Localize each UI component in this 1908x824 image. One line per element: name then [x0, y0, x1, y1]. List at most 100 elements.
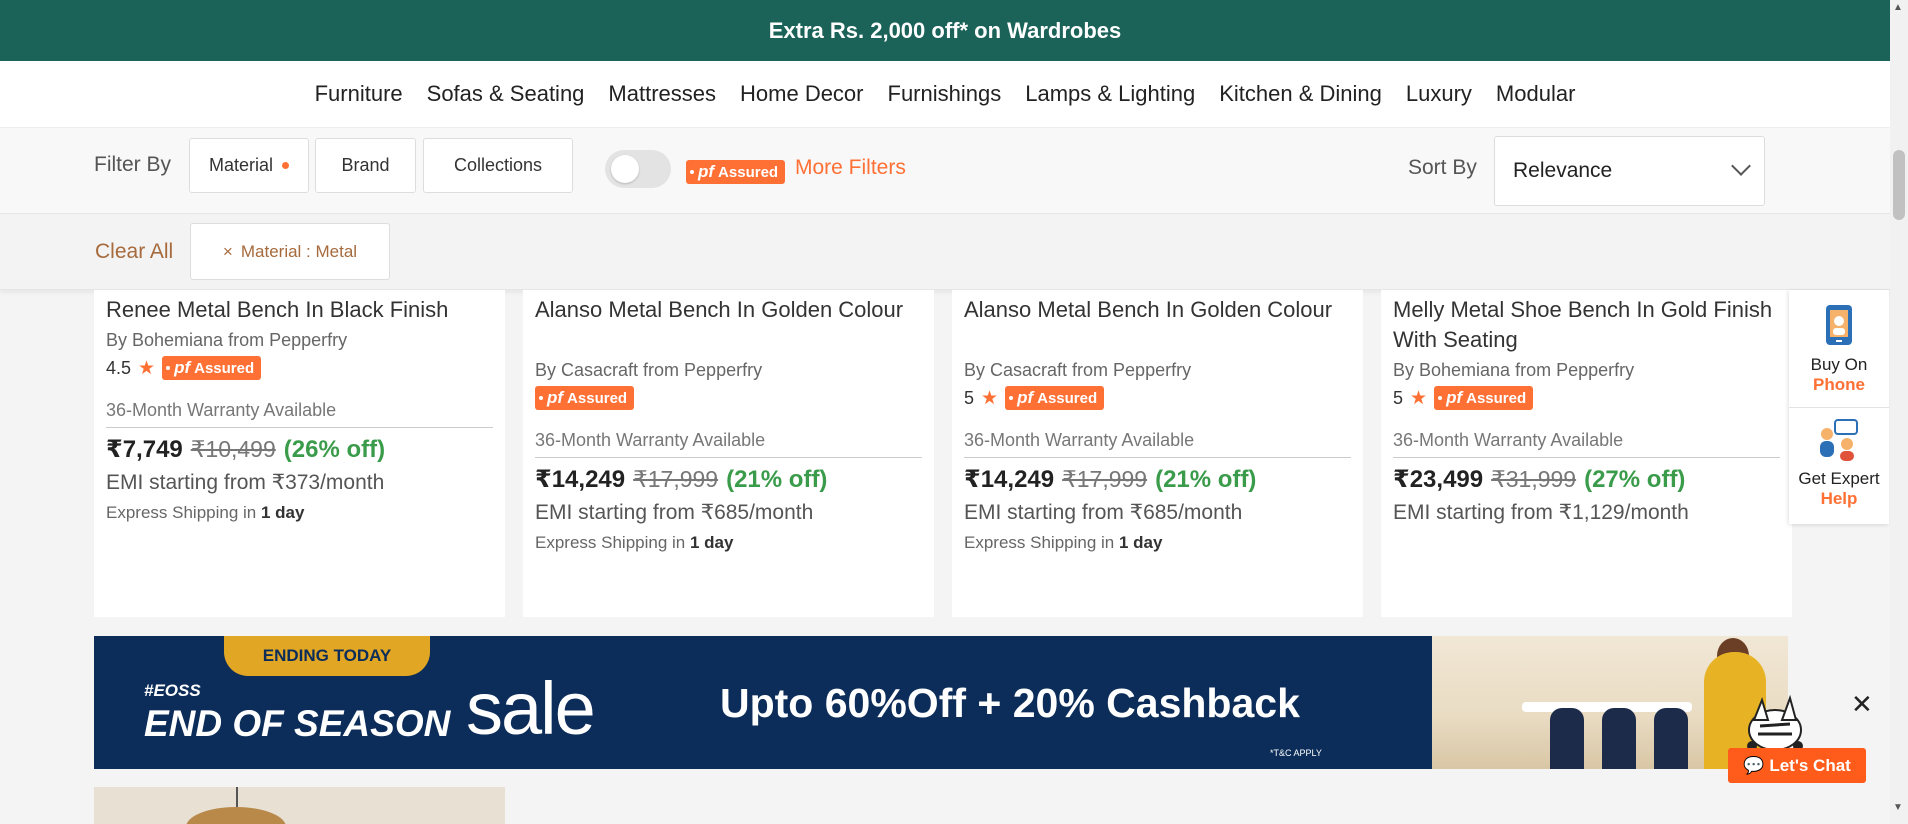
- shipping-text: Express Shipping in 1 day: [535, 533, 734, 552]
- nav-item-lamps-lighting[interactable]: Lamps & Lighting: [1013, 81, 1207, 107]
- help-label: Help: [1820, 489, 1858, 508]
- nav-item-furnishings[interactable]: Furnishings: [876, 81, 1014, 107]
- close-icon[interactable]: ×: [223, 242, 233, 262]
- product-card[interactable]: Renee Metal Bench In Black Finish By Boh…: [94, 290, 505, 617]
- filter-collections-button[interactable]: Collections: [423, 138, 573, 193]
- phone-label: Phone: [1813, 375, 1865, 394]
- warranty-text: 36-Month Warranty Available: [106, 400, 493, 428]
- pf-assured-badge: pf Assured: [162, 356, 262, 380]
- applied-filter-label: Material : Metal: [240, 241, 358, 261]
- offer-text: Upto 60%Off + 20% Cashback: [720, 680, 1300, 726]
- filter-brand-label: Brand: [341, 155, 390, 175]
- nav-item-kitchen-dining[interactable]: Kitchen & Dining: [1207, 81, 1394, 107]
- buy-on-label: Buy On: [1810, 355, 1868, 374]
- promo-banner[interactable]: Extra Rs. 2,000 off* on Wardrobes: [0, 0, 1890, 61]
- applied-filters-bar: Clear All × Material : Metal: [0, 214, 1890, 290]
- pf-assured-badge: pf Assured: [686, 160, 786, 184]
- applied-filter-chip[interactable]: × Material : Metal: [190, 223, 390, 280]
- rating-value: 5: [1393, 387, 1404, 408]
- clear-all-button[interactable]: Clear All: [95, 240, 173, 264]
- scroll-up-icon[interactable]: ▲: [1893, 2, 1903, 13]
- lamp-image: [186, 807, 286, 824]
- pf-assured-badge: pf Assured: [1005, 386, 1105, 410]
- nav-item-mattresses[interactable]: Mattresses: [596, 81, 728, 107]
- product-brand: By Bohemiana from Pepperfry: [106, 330, 348, 350]
- warranty-text: 36-Month Warranty Available: [964, 430, 1351, 458]
- product-card-preview[interactable]: [94, 787, 505, 824]
- pf-assured-badge: pf Assured: [1434, 386, 1534, 410]
- end-of-season-text: END OF SEASON: [144, 703, 451, 744]
- price-row: ₹14,249 ₹17,999 (21% off): [964, 465, 1256, 494]
- buy-on-phone-button[interactable]: Buy On Phone: [1789, 290, 1889, 407]
- product-card[interactable]: Alanso Metal Bench In Golden Colour By C…: [523, 290, 934, 617]
- sort-select[interactable]: Relevance: [1494, 136, 1765, 206]
- product-title[interactable]: Alanso Metal Bench In Golden Colour: [535, 295, 925, 325]
- scrollbar-thumb[interactable]: [1893, 150, 1905, 220]
- product-brand: By Casacraft from Pepperfry: [964, 360, 1192, 380]
- chair-shape: [1550, 708, 1584, 769]
- phone-icon: [1826, 305, 1852, 345]
- price-row: ₹7,749 ₹10,499 (26% off): [106, 435, 385, 464]
- product-title[interactable]: Renee Metal Bench In Black Finish: [106, 295, 496, 325]
- emi-text: EMI starting from ₹1,129/month: [1393, 501, 1689, 524]
- product-card[interactable]: Alanso Metal Bench In Golden Colour By C…: [952, 290, 1363, 617]
- price-row: ₹23,499 ₹31,999 (27% off): [1393, 465, 1685, 494]
- tc-text: *T&C APPLY: [1270, 748, 1322, 758]
- ending-today-tag: ENDING TODAY: [224, 636, 430, 676]
- pf-assured-toggle[interactable]: [605, 150, 671, 188]
- emi-text: EMI starting from ₹685/month: [964, 501, 1243, 524]
- rating-row: pf Assured: [535, 386, 635, 410]
- rating-value: 5: [964, 387, 975, 408]
- lets-chat-label: Let's Chat: [1769, 755, 1851, 775]
- side-help-panel: Buy On Phone Get Expert Help: [1789, 290, 1889, 524]
- shipping-text: Express Shipping in 1 day: [964, 533, 1163, 552]
- product-title[interactable]: Melly Metal Shoe Bench In Gold Finish Wi…: [1393, 295, 1783, 355]
- nav-item-home-decor[interactable]: Home Decor: [728, 81, 875, 107]
- rating-value: 4.5: [106, 357, 132, 378]
- discount: (21% off): [726, 466, 828, 493]
- rating-row: 4.5 ★ pf Assured: [106, 356, 262, 380]
- emi-text: EMI starting from ₹685/month: [535, 501, 814, 524]
- mrp: ₹10,499: [190, 436, 276, 462]
- lets-chat-button[interactable]: 💬 Let's Chat: [1728, 748, 1866, 783]
- nav-item-sofas-seating[interactable]: Sofas & Seating: [415, 81, 597, 107]
- zebra-mascot-icon: [1747, 694, 1803, 751]
- nav-item-furniture[interactable]: Furniture: [303, 81, 415, 107]
- eoss-hashtag: #EOSS: [144, 681, 201, 700]
- promo-text: Extra Rs. 2,000 off* on Wardrobes: [768, 17, 1122, 43]
- warranty-text: 36-Month Warranty Available: [535, 430, 922, 458]
- scroll-down-icon[interactable]: ▼: [1893, 802, 1903, 813]
- lamp-cord-shape: [236, 787, 238, 809]
- discount: (27% off): [1584, 466, 1686, 493]
- price-row: ₹14,249 ₹17,999 (21% off): [535, 465, 827, 494]
- product-brand: By Bohemiana from Pepperfry: [1393, 360, 1635, 380]
- nav-item-modular[interactable]: Modular: [1484, 81, 1587, 107]
- mrp: ₹31,999: [1491, 466, 1577, 492]
- warranty-text: 36-Month Warranty Available: [1393, 430, 1780, 458]
- filter-bar: Filter By Material Brand Collections pf …: [0, 128, 1890, 214]
- expert-help-icon: [1820, 419, 1858, 461]
- price: ₹14,249: [535, 466, 626, 493]
- emi-text: EMI starting from ₹373/month: [106, 471, 385, 494]
- mrp: ₹17,999: [1062, 466, 1148, 492]
- product-title[interactable]: Alanso Metal Bench In Golden Colour: [964, 295, 1354, 325]
- get-expert-help-button[interactable]: Get Expert Help: [1789, 408, 1889, 525]
- discount: (21% off): [1155, 466, 1257, 493]
- scrollbar[interactable]: [1890, 0, 1908, 824]
- filter-material-button[interactable]: Material: [189, 138, 309, 193]
- filter-brand-button[interactable]: Brand: [315, 138, 416, 193]
- close-banner-icon[interactable]: ✕: [1851, 689, 1873, 720]
- mrp: ₹17,999: [633, 466, 719, 492]
- price: ₹7,749: [106, 436, 183, 463]
- filter-by-label: Filter By: [94, 153, 172, 176]
- active-filter-dot: [282, 162, 290, 169]
- star-icon: ★: [138, 357, 156, 379]
- toggle-knob: [611, 155, 639, 183]
- sale-banner[interactable]: ENDING TODAY #EOSS END OF SEASON sale Up…: [94, 636, 1788, 769]
- product-card[interactable]: Melly Metal Shoe Bench In Gold Finish Wi…: [1381, 290, 1792, 617]
- more-filters-link[interactable]: More Filters: [795, 156, 906, 180]
- star-icon: ★: [981, 387, 999, 409]
- chair-shape: [1654, 708, 1688, 769]
- product-brand: By Casacraft from Pepperfry: [535, 360, 763, 380]
- nav-item-luxury[interactable]: Luxury: [1394, 81, 1484, 107]
